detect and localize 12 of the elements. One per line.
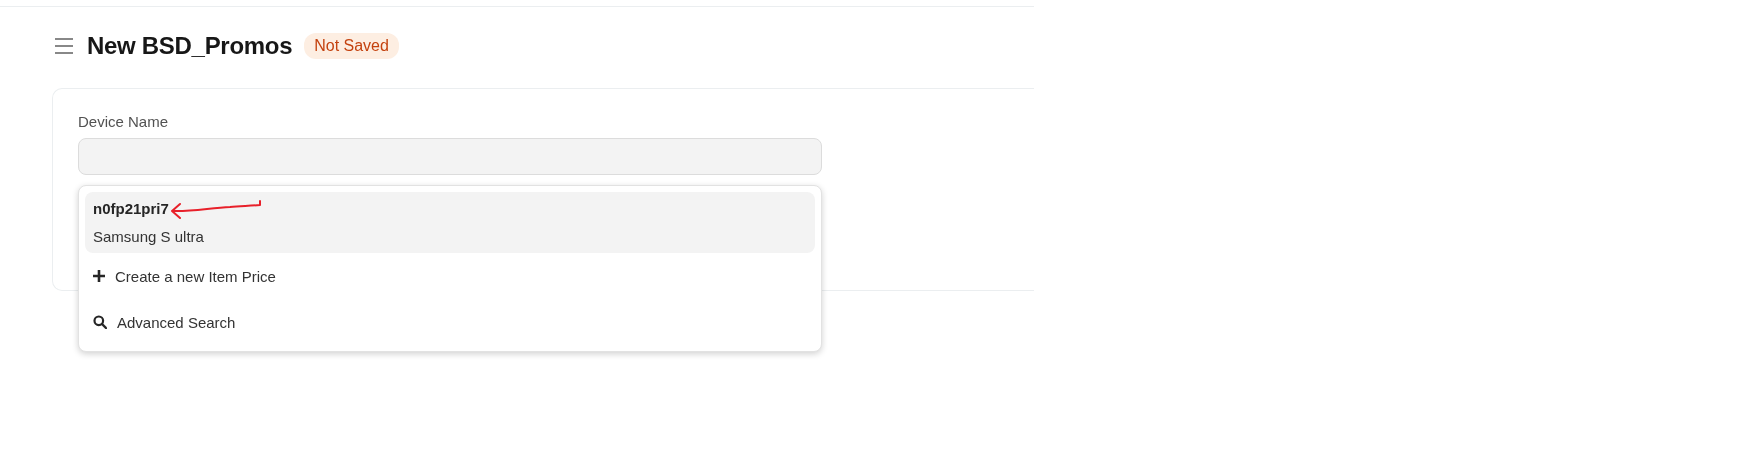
menu-icon[interactable]	[55, 38, 73, 54]
plus-icon	[93, 270, 105, 282]
item-code: n0fp21pri7	[93, 200, 169, 217]
dropdown-item[interactable]: n0fp21pri7 Samsung S ultra	[85, 192, 815, 253]
field-label: Device Name	[78, 113, 170, 130]
page-title: New BSD_Promos	[87, 32, 293, 60]
input-field[interactable]	[78, 138, 822, 175]
status-badge: Not Saved	[304, 33, 399, 59]
advanced-search-option[interactable]: Advanced Search	[85, 299, 815, 345]
item-description: Samsung S ultra	[93, 228, 205, 245]
search-icon	[93, 315, 107, 329]
create-item-option[interactable]: Create a new Item Price	[85, 253, 815, 299]
